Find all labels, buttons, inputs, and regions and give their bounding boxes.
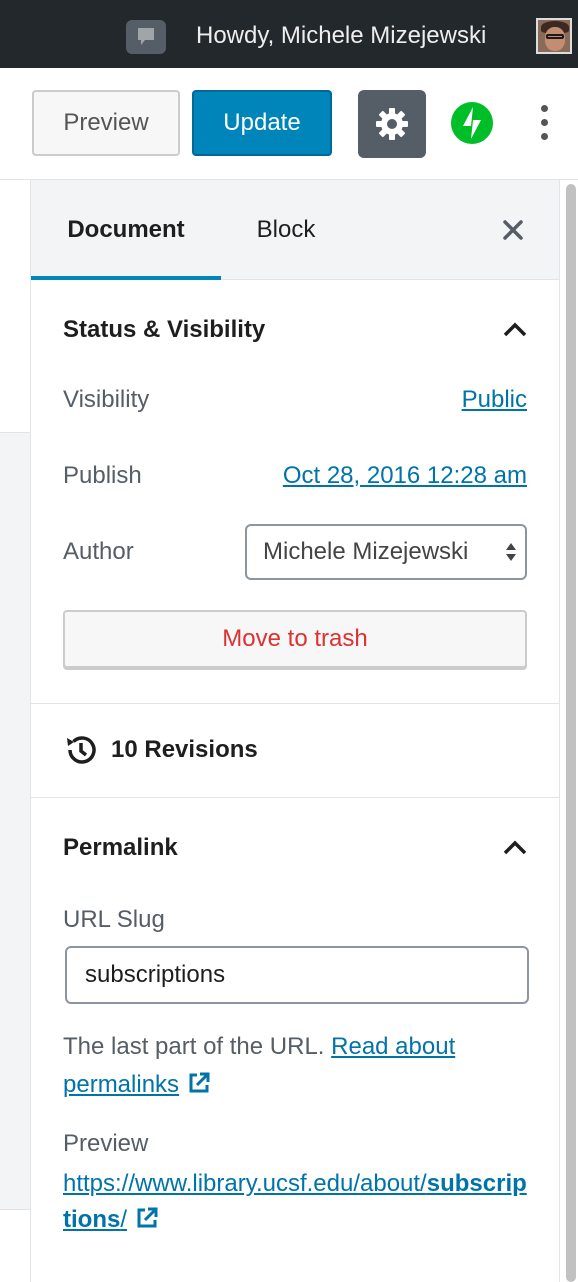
gear-icon <box>376 108 408 140</box>
visibility-label: Visibility <box>63 386 150 413</box>
avatar[interactable] <box>536 18 572 54</box>
preview-url-link[interactable]: https://www.library.ucsf.edu/about/subsc… <box>63 1170 527 1233</box>
tab-block[interactable]: Block <box>221 180 351 280</box>
visibility-link[interactable]: Public <box>462 386 527 414</box>
panel-title[interactable]: Permalink <box>63 834 178 862</box>
external-link-icon <box>189 1072 210 1093</box>
help-text: The last part of the URL. <box>63 1033 325 1060</box>
tab-document[interactable]: Document <box>31 180 221 280</box>
preview-url: https://www.library.ucsf.edu/about/subsc… <box>63 1166 533 1238</box>
publish-date-link[interactable]: Oct 28, 2016 12:28 am <box>283 462 527 490</box>
author-label: Author <box>63 538 134 565</box>
select-arrows-icon <box>506 543 516 561</box>
author-select-value: Michele Mizejewski <box>263 538 469 565</box>
external-link-icon <box>137 1207 158 1228</box>
sidebar-scrollbar[interactable] <box>566 184 576 1282</box>
move-to-trash-button[interactable]: Move to trash <box>63 610 527 668</box>
history-icon <box>67 736 96 764</box>
url-slug-label: URL Slug <box>63 906 165 933</box>
sidebar-tabs: Document Block <box>31 180 559 280</box>
account-greeting[interactable]: Howdy, Michele Mizejewski <box>196 22 486 50</box>
settings-button[interactable] <box>358 90 426 158</box>
preview-label: Preview <box>63 1130 149 1157</box>
chevron-up-icon[interactable] <box>501 320 529 338</box>
panel-title[interactable]: Status & Visibility <box>63 316 265 344</box>
publish-label: Publish <box>63 462 142 489</box>
editor-canvas-edge <box>0 180 30 1282</box>
revisions-label[interactable]: 10 Revisions <box>111 736 258 764</box>
author-select[interactable]: Michele Mizejewski <box>245 524 527 580</box>
more-options-icon[interactable] <box>534 102 554 146</box>
jetpack-icon[interactable] <box>450 101 494 145</box>
comment-icon[interactable] <box>126 20 166 54</box>
url-slug-input[interactable] <box>65 946 529 1004</box>
update-button[interactable]: Update <box>192 90 332 156</box>
preview-button[interactable]: Preview <box>32 90 180 156</box>
settings-sidebar: Document Block Status & Visibility Visib… <box>30 180 560 1282</box>
close-icon[interactable] <box>497 214 529 246</box>
chevron-up-icon[interactable] <box>501 838 529 856</box>
permalink-help-text: The last part of the URL. Read about per… <box>63 1028 543 1104</box>
editor-toolbar: Preview Update <box>0 68 578 180</box>
admin-bar: Howdy, Michele Mizejewski <box>0 0 578 68</box>
